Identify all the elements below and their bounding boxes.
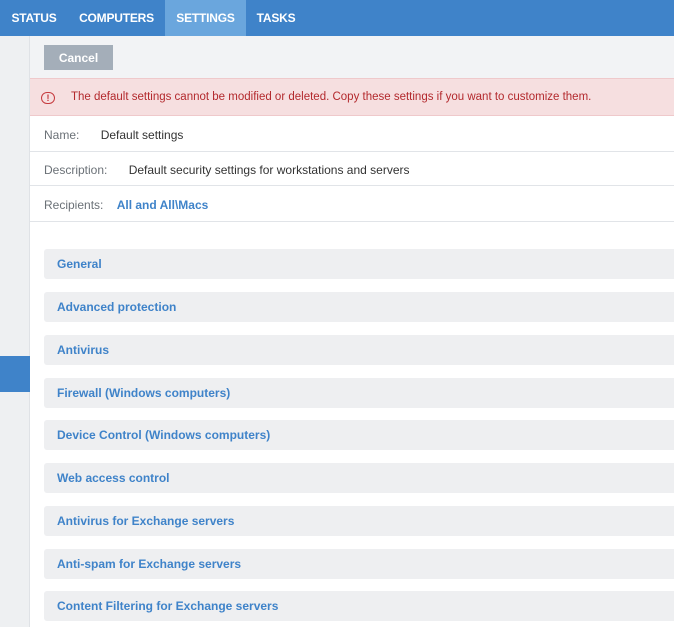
name-value: Default settings xyxy=(100,128,184,142)
section-device-control[interactable]: Device Control (Windows computers) xyxy=(44,420,674,450)
top-navigation: STATUS COMPUTERS SETTINGS TASKS xyxy=(0,0,674,36)
section-label: General xyxy=(57,257,102,271)
section-antivirus[interactable]: Antivirus xyxy=(44,335,674,365)
tab-computers[interactable]: COMPUTERS xyxy=(68,0,165,36)
description-row: Description: Default security settings f… xyxy=(44,163,409,177)
tab-status[interactable]: STATUS xyxy=(0,0,68,36)
section-label: Antivirus for Exchange servers xyxy=(57,514,235,528)
recipients-label: Recipients: xyxy=(44,198,104,212)
section-web-access-control[interactable]: Web access control xyxy=(44,463,674,493)
alert-message: The default settings cannot be modified … xyxy=(71,91,592,103)
section-firewall[interactable]: Firewall (Windows computers) xyxy=(44,378,674,408)
recipients-link[interactable]: All and All\Macs xyxy=(117,198,209,212)
recipients-row: Recipients: All and All\Macs xyxy=(44,198,208,212)
divider xyxy=(30,151,674,152)
left-sidebar xyxy=(0,36,30,627)
section-label: Firewall (Windows computers) xyxy=(57,386,231,400)
section-label: Advanced protection xyxy=(57,300,177,314)
section-general[interactable]: General xyxy=(44,249,674,279)
divider xyxy=(30,221,674,222)
section-antivirus-exchange[interactable]: Antivirus for Exchange servers xyxy=(44,506,674,536)
description-label: Description: xyxy=(44,163,108,177)
section-label: Device Control (Windows computers) xyxy=(57,428,271,442)
exclamation-circle-icon: ! xyxy=(41,92,55,104)
section-label: Web access control xyxy=(57,471,170,485)
section-label: Content Filtering for Exchange servers xyxy=(57,599,279,613)
section-advanced-protection[interactable]: Advanced protection xyxy=(44,292,674,322)
tab-tasks[interactable]: TASKS xyxy=(246,0,306,36)
settings-panel: Cancel ! The default settings cannot be … xyxy=(30,36,674,627)
section-content-filtering-exchange[interactable]: Content Filtering for Exchange servers xyxy=(44,591,674,621)
tab-settings[interactable]: SETTINGS xyxy=(165,0,246,36)
cancel-button[interactable]: Cancel xyxy=(44,45,113,70)
sidebar-active-marker[interactable] xyxy=(0,356,30,392)
section-label: Anti-spam for Exchange servers xyxy=(57,557,242,571)
name-label: Name: xyxy=(44,128,80,142)
section-label: Antivirus xyxy=(57,343,110,357)
section-antispam-exchange[interactable]: Anti-spam for Exchange servers xyxy=(44,549,674,579)
description-value: Default security settings for workstatio… xyxy=(128,163,410,177)
divider xyxy=(30,185,674,186)
warning-alert: ! The default settings cannot be modifie… xyxy=(30,78,674,116)
name-row: Name: Default settings xyxy=(44,128,183,142)
toolbar: Cancel xyxy=(30,36,674,78)
